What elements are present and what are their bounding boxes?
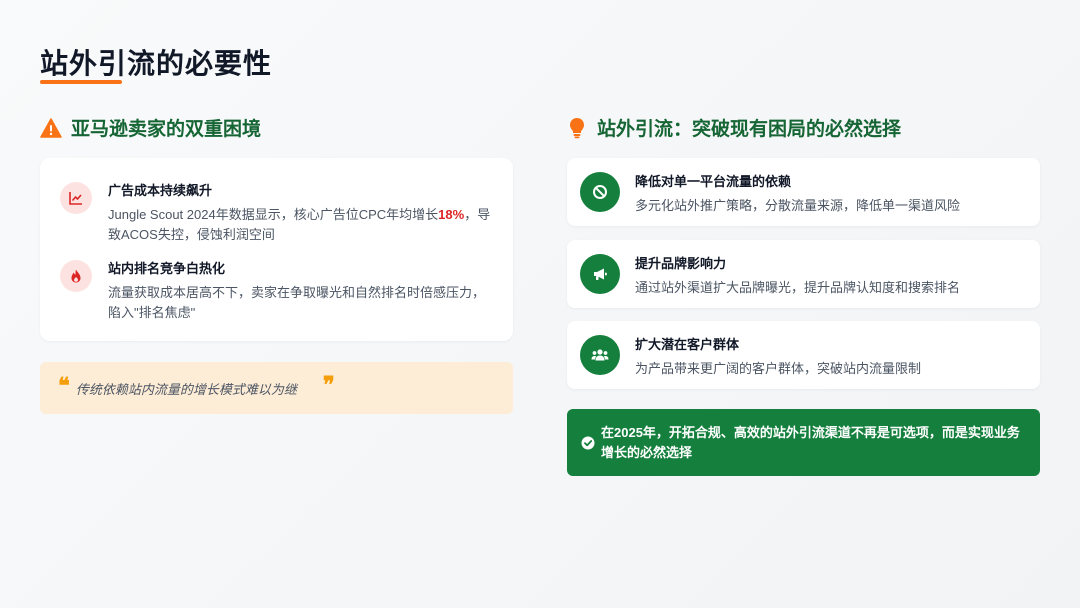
solution-card: 提升品牌影响力 通过站外渠道扩大品牌曝光，提升品牌认知度和搜索排名 <box>567 240 1040 308</box>
check-circle-icon <box>581 436 595 450</box>
lightbulb-icon <box>566 117 588 139</box>
dilemma-item-title: 站内排名竞争白热化 <box>108 261 226 276</box>
solution-card-desc: 通过站外渠道扩大品牌曝光，提升品牌认知度和搜索排名 <box>635 279 961 295</box>
megaphone-icon <box>580 254 620 294</box>
quote-box: ❝ 传统依赖站内流量的增长模式难以为继 ❞ <box>40 362 513 414</box>
dilemma-item: 广告成本持续飙升 Jungle Scout 2024年数据显示，核心广告位CPC… <box>60 180 493 245</box>
conclusion-text: 在2025年，开拓合规、高效的站外引流渠道不再是可选项，而是实现业务增长的必然选… <box>601 424 1020 460</box>
title-underline <box>40 80 122 84</box>
solution-card-title: 提升品牌影响力 <box>635 255 727 271</box>
dilemma-item-desc: Jungle Scout 2024年数据显示，核心广告位CPC年均增长18%，导… <box>108 207 491 242</box>
page-title: 站外引流的必要性 <box>40 48 273 79</box>
dilemma-item-title: 广告成本持续飙升 <box>108 183 213 198</box>
solution-card-desc: 多元化站外推广策略，分散流量来源，降低单一渠道风险 <box>635 197 961 213</box>
quote-close-mark: ❞ <box>322 372 335 398</box>
solution-card-title: 扩大潜在客户群体 <box>635 336 740 352</box>
cpc-growth-highlight: 18% <box>438 207 465 222</box>
dilemma-item-desc: 流量获取成本居高不下，卖家在争取曝光和自然排名时倍感压力，陷入"排名焦虑" <box>108 285 486 320</box>
quote-open-mark: ❝ <box>58 373 70 399</box>
conclusion-banner: 在2025年，开拓合规、高效的站外引流渠道不再是可选项，而是实现业务增长的必然选… <box>567 409 1040 476</box>
fire-icon <box>60 260 92 292</box>
left-section-heading-text: 亚马逊卖家的双重困境 <box>71 119 262 140</box>
users-icon <box>580 335 620 375</box>
left-section-heading: 亚马逊卖家的双重困境 <box>40 114 261 141</box>
dilemma-item: 站内排名竞争白热化 流量获取成本居高不下，卖家在争取曝光和自然排名时倍感压力，陷… <box>60 258 493 323</box>
solution-card: 降低对单一平台流量的依赖 多元化站外推广策略，分散流量来源，降低单一渠道风险 <box>567 158 1040 226</box>
solution-card-title: 降低对单一平台流量的依赖 <box>635 173 792 189</box>
solution-card-desc: 为产品带来更广阔的客户群体，突破站内流量限制 <box>635 360 922 376</box>
trend-chart-icon <box>60 182 92 214</box>
right-section-heading-text: 站外引流：突破现有困局的必然选择 <box>597 119 902 140</box>
warning-icon <box>40 117 62 139</box>
quote-text: 传统依赖站内流量的增长模式难以为继 <box>75 381 297 397</box>
right-section-heading: 站外引流：突破现有困局的必然选择 <box>566 114 901 141</box>
solution-card: 扩大潜在客户群体 为产品带来更广阔的客户群体，突破站内流量限制 <box>567 321 1040 389</box>
ban-icon <box>580 172 620 212</box>
dilemma-card: 广告成本持续飙升 Jungle Scout 2024年数据显示，核心广告位CPC… <box>40 158 513 341</box>
